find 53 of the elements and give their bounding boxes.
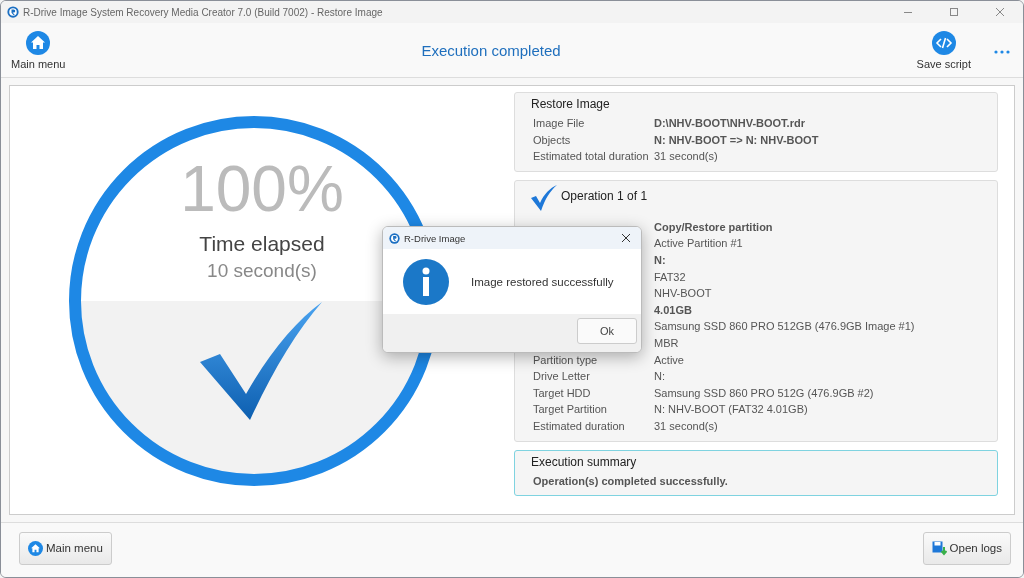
open-logs-button[interactable]: Open logs (922, 531, 1011, 565)
field-label: Estimated total duration (533, 150, 649, 163)
field-value: MBR (654, 335, 679, 351)
field-value: Active Partition #1 (654, 236, 743, 252)
panel-title: Execution summary (531, 454, 638, 469)
window-title: R-Drive Image System Recovery Media Creator 7.0 (Build 7002) - Restore Image (23, 6, 384, 18)
field-value: N: NHV-BOOT => N: NHV-BOOT (654, 132, 819, 148)
field-value: N: NHV-BOOT (FAT32 4.01GB) (654, 402, 808, 418)
dialog-title: R-Drive Image (404, 232, 467, 244)
home-icon (26, 30, 51, 55)
panel-title: Operation 1 of 1 (561, 188, 648, 203)
field-label: Estimated duration (533, 419, 625, 432)
checkmark-icon (531, 184, 557, 211)
field-label: Image File (533, 117, 585, 129)
field-label: Target Partition (533, 403, 607, 416)
field-value: Active (654, 352, 684, 368)
time-label: Time elapsed (199, 232, 325, 256)
main-menu-button[interactable]: Main menu (11, 30, 66, 70)
code-icon (931, 30, 956, 55)
field-value: D:\NHV-BOOT\NHV-BOOT.rdr (654, 116, 805, 131)
save-script-button[interactable]: Save script (916, 30, 971, 70)
field-value: 31 second(s) (654, 418, 718, 434)
field-value: 31 second(s) (654, 149, 718, 165)
close-icon (621, 233, 631, 243)
field-value: 4.01GB (654, 302, 692, 318)
field-label: Target HDD (533, 386, 591, 399)
ok-button[interactable]: Ok (577, 318, 637, 344)
maximize-icon (949, 7, 959, 17)
progress-percent: 100% (180, 152, 344, 226)
save-icon (931, 540, 947, 556)
info-icon (403, 258, 449, 305)
main-menu-button[interactable]: Main menu (19, 531, 112, 565)
field-value: N: (654, 369, 665, 385)
more-icon (993, 48, 1011, 55)
app-logo-icon (389, 232, 400, 244)
panel-title: Restore Image (531, 97, 611, 111)
checkmark-icon (200, 302, 324, 420)
field-value: Samsung SSD 860 PRO 512GB (476.9GB Image #1) (654, 319, 915, 335)
field-value: FAT32 (654, 269, 686, 285)
field-label: Partition type (533, 353, 598, 366)
field-value: Copy/Restore partition (654, 219, 773, 235)
close-icon (995, 7, 1005, 17)
status-heading: Execution completed (420, 41, 562, 59)
app-logo-icon (7, 6, 19, 18)
field-label: Drive Letter (533, 370, 590, 383)
field-value: N: (654, 252, 666, 268)
elapsed-time: 10 second(s) (207, 260, 317, 282)
field-value: NHV-BOOT (654, 286, 712, 302)
dialog-message: Image restored successfully (471, 275, 614, 288)
home-icon (28, 540, 43, 556)
summary-message: Operation(s) completed successfully. (532, 473, 729, 489)
field-value: Samsung SSD 860 PRO 512G (476.9GB #2) (654, 385, 874, 401)
field-label: Objects (533, 133, 571, 146)
